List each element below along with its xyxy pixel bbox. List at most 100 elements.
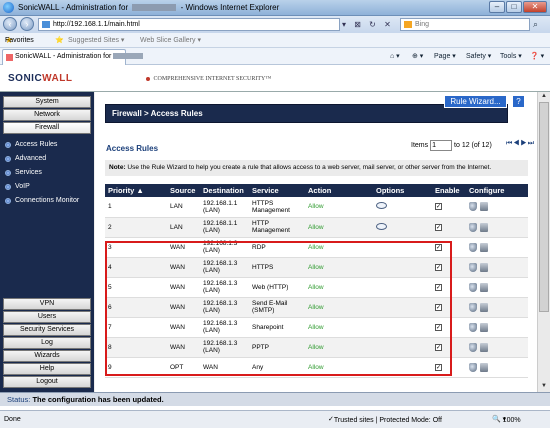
sidebar-users[interactable]: Users (3, 311, 91, 323)
cell-destination: 192.168.1.1 (LAN) (200, 217, 249, 238)
help-button[interactable]: ? (512, 95, 525, 108)
table-row[interactable]: 9 OPT WAN Any Allow ✓ (105, 357, 528, 378)
sidebar-system[interactable]: System (3, 96, 91, 108)
scroll-up-icon[interactable]: ▲ (539, 92, 549, 101)
cell-action: Allow (305, 237, 373, 258)
trash-icon[interactable] (480, 342, 488, 352)
help-menu[interactable]: ❓ ▾ (530, 52, 544, 60)
sidebar-vpn[interactable]: VPN (3, 298, 91, 310)
search-placeholder: Bing (415, 21, 430, 28)
url-tools[interactable]: ▾ ⊠ ↻ ✕ (342, 20, 394, 29)
sidebar-network[interactable]: Network (3, 109, 91, 121)
enable-checkbox[interactable]: ✓ (435, 223, 442, 231)
table-row[interactable]: 4 WAN 192.168.1.3 (LAN) HTTPS Allow ✓ (105, 257, 528, 278)
sidebar-help[interactable]: Help (3, 363, 91, 375)
scroll-thumb[interactable] (539, 102, 549, 312)
sidebar-firewall[interactable]: Firewall (3, 122, 91, 134)
edit-icon[interactable] (469, 222, 477, 232)
trash-icon[interactable] (480, 302, 488, 312)
sidebar-logout[interactable]: Logout (3, 376, 91, 388)
tab-label: SonicWALL - Administration for (15, 53, 112, 60)
trash-icon[interactable] (480, 282, 488, 292)
rss-icon[interactable]: ⊕ ▾ (412, 52, 423, 60)
items-start-input[interactable] (430, 140, 453, 151)
enable-checkbox[interactable]: ✓ (435, 303, 442, 311)
suggested-sites-link[interactable]: Suggested Sites ▾ (68, 33, 124, 48)
search-icon[interactable]: ⌕ (533, 19, 538, 30)
web-slice-gallery-link[interactable]: Web Slice Gallery ▾ (140, 33, 201, 48)
edit-icon[interactable] (469, 342, 477, 352)
edit-icon[interactable] (469, 362, 477, 372)
tab-sonicwall[interactable]: SonicWALL - Administration for (2, 49, 144, 65)
cell-source: OPT (167, 357, 200, 378)
pager-buttons[interactable]: ⏮◀▶⏭ (506, 140, 535, 148)
edit-icon[interactable] (469, 262, 477, 272)
trusted-sites-zone[interactable]: ✓ Trusted sites | Protected Mode: Off (328, 412, 442, 428)
enable-checkbox[interactable]: ✓ (435, 283, 442, 291)
trash-icon[interactable] (480, 262, 488, 272)
rule-wizard-button[interactable]: Rule Wizard... (444, 95, 507, 108)
trash-icon[interactable] (480, 242, 488, 252)
note-label: Note: (109, 164, 126, 171)
enable-checkbox[interactable]: ✓ (435, 343, 442, 351)
table-row[interactable]: 5 WAN 192.168.1.3 (LAN) Web (HTTP) Allow ✓ (105, 277, 528, 298)
bullet-icon (5, 156, 11, 162)
enable-checkbox[interactable]: ✓ (435, 243, 442, 251)
zoom-level[interactable]: 🔍 100% ▾ (492, 412, 521, 428)
page-menu[interactable]: Page ▾ (434, 52, 456, 60)
trash-icon[interactable] (480, 362, 488, 372)
edit-icon[interactable] (469, 282, 477, 292)
back-button[interactable]: ‹ (3, 17, 17, 31)
close-button[interactable]: ✕ (523, 1, 547, 13)
trash-icon[interactable] (480, 202, 488, 212)
forward-button[interactable]: › (20, 17, 34, 31)
minimize-button[interactable]: – (489, 1, 505, 13)
enable-checkbox[interactable]: ✓ (435, 203, 442, 211)
table-row[interactable]: 6 WAN 192.168.1.3 (LAN) Send E-Mail (SMTP) A… (105, 297, 528, 318)
cell-options (373, 337, 432, 358)
ie-logo-icon (3, 2, 14, 13)
table-row[interactable]: 7 WAN 192.168.1.3 (LAN) Sharepoint Allow ✓ (105, 317, 528, 338)
url-input[interactable]: http://192.168.1.1/main.html (38, 18, 340, 31)
tools-menu[interactable]: Tools ▾ (500, 52, 522, 60)
cell-options (373, 197, 432, 218)
enable-checkbox[interactable]: ✓ (435, 323, 442, 331)
sidebar-security-services[interactable]: Security Services (3, 324, 91, 336)
search-input[interactable]: Bing (400, 18, 530, 31)
sidebar-item-advanced[interactable]: Advanced (4, 155, 46, 162)
edit-icon[interactable] (469, 202, 477, 212)
table-row[interactable]: 2 LAN 192.168.1.1 (LAN) HTTP Management Allo… (105, 217, 528, 238)
edit-icon[interactable] (469, 242, 477, 252)
bullet-icon (5, 184, 11, 190)
edit-icon[interactable] (469, 302, 477, 312)
cell-action: Allow (305, 277, 373, 298)
scroll-down-icon[interactable]: ▼ (539, 382, 549, 391)
cell-source: LAN (167, 197, 200, 218)
table-row[interactable]: 8 WAN 192.168.1.3 (LAN) PPTP Allow ✓ (105, 337, 528, 358)
sidebar-log[interactable]: Log (3, 337, 91, 349)
table-row[interactable]: 3 WAN 192.168.1.3 (LAN) RDP Allow ✓ (105, 237, 528, 258)
table-row[interactable]: 1 LAN 192.168.1.1 (LAN) HTTPS Management All… (105, 197, 528, 218)
enable-checkbox[interactable]: ✓ (435, 363, 442, 371)
add-favorite-icon[interactable]: ⭐ (55, 33, 64, 48)
sidebar-wizards[interactable]: Wizards (3, 350, 91, 362)
enable-checkbox[interactable]: ✓ (435, 263, 442, 271)
sidebar-item-voip[interactable]: VoIP (4, 183, 30, 190)
sidebar-item-connections-monitor[interactable]: Connections Monitor (4, 197, 79, 204)
sidebar-item-access-rules[interactable]: Access Rules (4, 141, 57, 148)
comment-icon[interactable] (376, 222, 387, 230)
header-priority[interactable]: Priority ▲ (105, 184, 167, 197)
maximize-button[interactable]: □ (506, 1, 522, 13)
cell-enable: ✓ (432, 237, 466, 258)
home-icon[interactable]: ⌂ ▾ (390, 52, 400, 60)
trash-icon[interactable] (480, 322, 488, 332)
comment-icon[interactable] (376, 202, 387, 210)
scrollbar[interactable]: ▲ ▼ (537, 92, 550, 392)
sidebar-item-services[interactable]: Services (4, 169, 42, 176)
bing-icon (404, 21, 412, 28)
trash-icon[interactable] (480, 222, 488, 232)
safety-menu[interactable]: Safety ▾ (466, 52, 491, 60)
status-bar: Status: The configuration has been updat… (0, 392, 550, 406)
cell-service: Web (HTTP) (249, 277, 305, 298)
edit-icon[interactable] (469, 322, 477, 332)
